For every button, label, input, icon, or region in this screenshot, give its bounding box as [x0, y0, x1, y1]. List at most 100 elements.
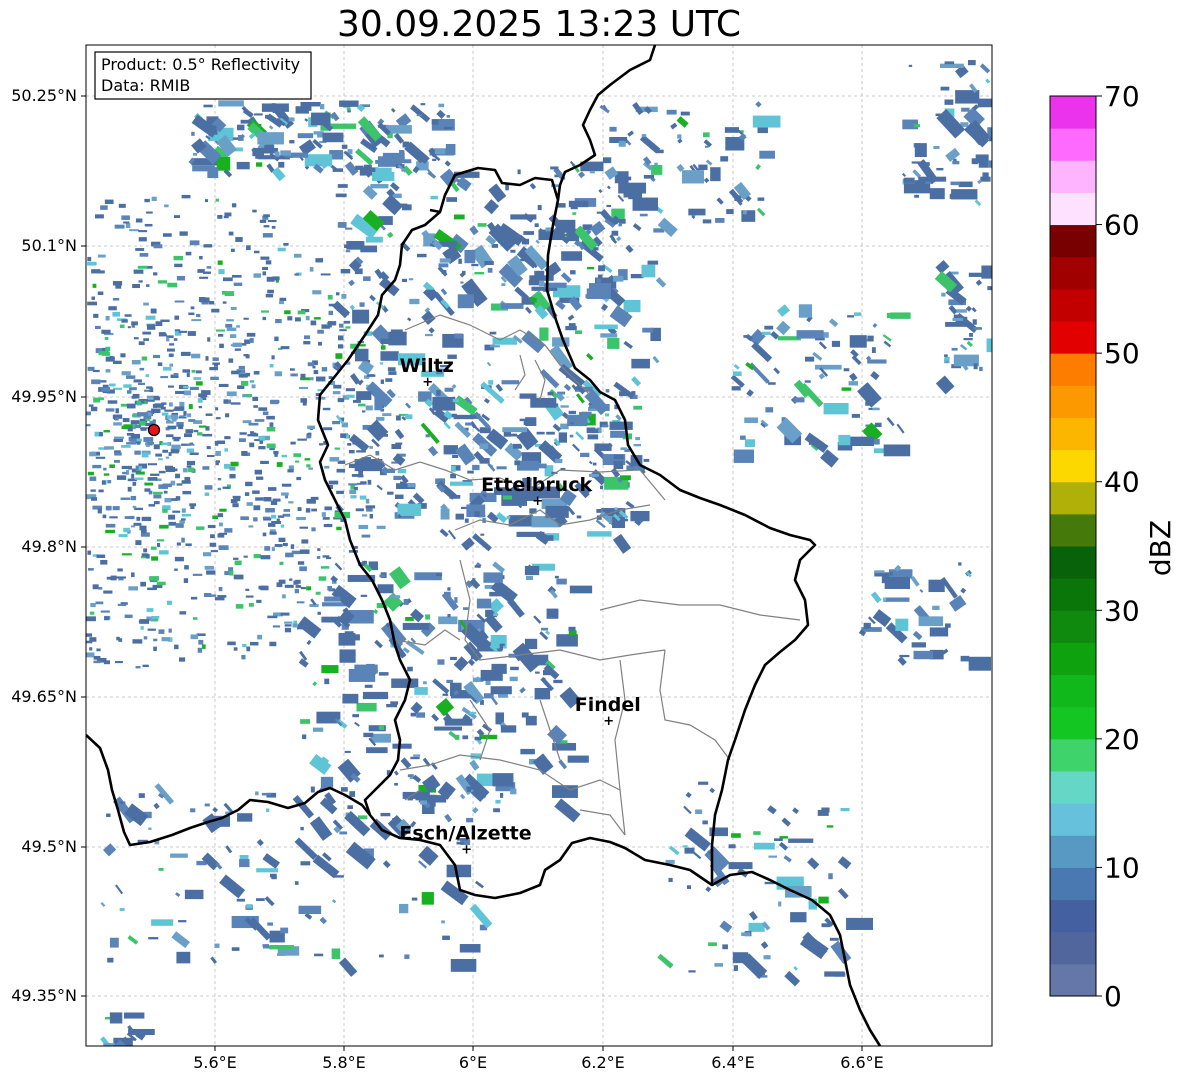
echo-cell — [289, 578, 293, 581]
echo-cell — [122, 471, 127, 475]
echo-cell — [205, 413, 213, 416]
echo-cell — [607, 337, 620, 349]
echo-cell — [956, 309, 967, 313]
echo-cell — [118, 203, 126, 208]
echo-cell — [95, 601, 104, 605]
echo-cell — [933, 146, 940, 149]
echo-cell — [341, 144, 348, 149]
echo-cell — [178, 657, 186, 662]
colorbar-segment — [1050, 706, 1096, 740]
echo-cell — [641, 134, 647, 138]
y-tick-label: 50.25°N — [11, 86, 77, 105]
echo-cell — [141, 516, 152, 521]
echo-cell — [141, 356, 148, 361]
echo-cell — [328, 310, 333, 316]
echo-cell — [318, 341, 322, 346]
echo-cell — [339, 329, 347, 332]
echo-cell — [539, 327, 549, 341]
echo-cell — [442, 935, 450, 940]
echo-cell — [345, 634, 360, 641]
echo-cell — [768, 855, 777, 858]
echo-cell — [605, 389, 610, 393]
echo-cell — [425, 289, 436, 294]
echo-cell — [254, 439, 260, 442]
echo-cell — [183, 433, 193, 438]
echo-cell — [256, 898, 265, 901]
echo-cell — [294, 460, 300, 463]
echo-cell — [188, 312, 195, 316]
echo-cell — [119, 801, 126, 804]
echo-cell — [702, 219, 712, 224]
echo-cell — [129, 229, 139, 232]
echo-cell — [210, 534, 215, 539]
x-tick-label: 6.2°E — [581, 1053, 625, 1072]
echo-cell — [246, 394, 252, 398]
echo-cell — [761, 331, 771, 335]
echo-cell — [109, 937, 119, 948]
echo-cell — [447, 587, 451, 591]
colorbar-segment — [1050, 192, 1096, 226]
echo-cell — [260, 460, 269, 465]
echo-cell — [131, 473, 135, 479]
colorbar-tick-label: 40 — [1104, 466, 1140, 499]
echo-cell — [312, 365, 316, 369]
echo-cell — [143, 437, 154, 442]
echo-cell — [164, 204, 169, 208]
echo-cell — [176, 275, 186, 281]
echo-cell — [596, 278, 601, 283]
echo-cell — [284, 627, 292, 633]
echo-cell — [168, 521, 176, 526]
echo-cell — [290, 441, 296, 445]
echo-cell — [510, 788, 517, 795]
echo-cell — [250, 432, 257, 436]
echo-cell — [192, 573, 203, 576]
echo-cell — [324, 596, 341, 602]
echo-cell — [982, 172, 989, 178]
echo-cell — [120, 353, 126, 358]
echo-cell — [447, 613, 451, 618]
echo-cell — [824, 971, 845, 977]
echo-cell — [270, 399, 279, 405]
echo-cell — [189, 452, 199, 456]
echo-cell — [236, 325, 240, 328]
echo-cell — [345, 227, 353, 230]
echo-cell — [173, 408, 184, 411]
echo-cell — [342, 693, 359, 704]
echo-cell — [215, 461, 219, 466]
echo-cell — [929, 188, 945, 200]
info-product: Product: 0.5° Reflectivity — [101, 55, 300, 74]
echo-cell — [232, 503, 239, 508]
echo-cell — [466, 786, 473, 790]
echo-cell — [941, 292, 946, 297]
echo-cell — [254, 419, 265, 422]
echo-cell — [116, 576, 126, 579]
echo-cell — [686, 885, 692, 889]
echo-cell — [112, 311, 121, 317]
echo-cell — [258, 585, 267, 590]
echo-cell — [215, 198, 219, 202]
echo-cell — [424, 333, 433, 337]
echo-cell — [275, 318, 282, 324]
echo-cell — [348, 463, 359, 468]
echo-cell — [362, 514, 368, 517]
echo-cell — [740, 435, 746, 440]
echo-cell — [256, 162, 263, 167]
echo-cell — [387, 491, 394, 495]
echo-cell — [365, 405, 373, 411]
echo-cell — [280, 612, 290, 616]
echo-cell — [280, 927, 289, 934]
echo-cell — [744, 439, 755, 448]
echo-cell — [105, 315, 110, 321]
echo-cell — [127, 427, 133, 432]
echo-cell — [744, 417, 758, 424]
echo-cell — [397, 503, 422, 516]
echo-cell — [89, 611, 95, 615]
echo-cell — [158, 470, 166, 474]
echo-cell — [606, 204, 612, 208]
echo-cell — [101, 352, 111, 356]
echo-cell — [474, 511, 480, 518]
echo-cell — [866, 396, 874, 402]
echo-cell — [722, 944, 728, 950]
echo-cell — [254, 113, 263, 116]
echo-cell — [93, 313, 99, 318]
